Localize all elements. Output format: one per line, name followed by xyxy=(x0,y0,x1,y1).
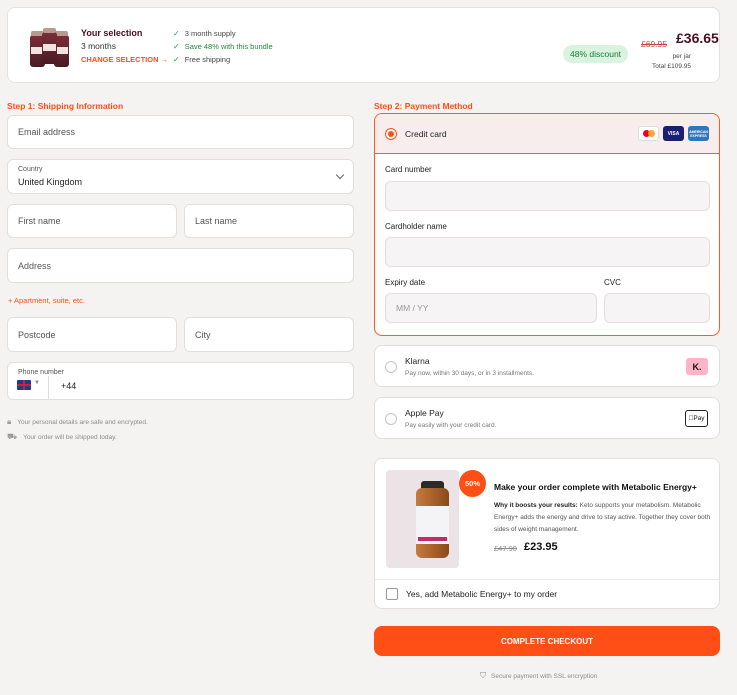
email-field[interactable]: Email address xyxy=(7,115,354,149)
last-name-field[interactable]: Last name xyxy=(184,204,354,238)
country-select[interactable]: Country United Kingdom xyxy=(7,159,354,194)
phone-field[interactable]: Phone number ▼ +44 xyxy=(7,362,354,400)
address-placeholder: Address xyxy=(18,260,52,271)
selection-quantity: 3 months xyxy=(81,41,116,51)
bottle-stripe xyxy=(418,537,447,541)
chevron-down-icon xyxy=(335,170,345,180)
feature-item: ✓ Free shipping xyxy=(173,55,230,64)
payment-heading: Step 2: Payment Method xyxy=(374,101,473,111)
add-upsell-checkbox[interactable] xyxy=(386,588,398,600)
feature-label: Save 48% with this bundle xyxy=(184,42,273,51)
address-field[interactable]: Address xyxy=(7,248,354,283)
cvc-input[interactable] xyxy=(604,293,710,323)
jar-icon xyxy=(42,28,57,64)
city-field[interactable]: City xyxy=(184,317,354,352)
upsell-price: £23.95 xyxy=(524,541,558,553)
lock-icon: 🔒︎ xyxy=(7,417,12,426)
security-note: 🔒︎ Your personal details are safe and en… xyxy=(7,417,148,427)
country-label: Country xyxy=(18,166,43,173)
feature-item: ✓ Save 48% with this bundle xyxy=(173,42,273,51)
secure-payment-note: ⛉ Secure payment with SSL encryption xyxy=(480,671,597,681)
credit-card-option[interactable]: Credit card VISA AMERICAN EXPRESS Card n… xyxy=(374,113,720,336)
product-image xyxy=(30,27,70,67)
apartment-link[interactable]: + Apartment, suite, etc. xyxy=(8,296,85,305)
apple-pay-label: Apple Pay xyxy=(405,408,444,418)
first-name-placeholder: First name xyxy=(18,216,61,226)
selection-title: Your selection xyxy=(81,28,143,38)
check-icon: ✓ xyxy=(173,29,180,38)
old-price: £69.95 xyxy=(641,39,667,49)
expiry-label: Expiry date xyxy=(385,278,426,287)
mastercard-icon xyxy=(638,126,659,141)
city-placeholder: City xyxy=(195,329,211,340)
klarna-label: Klarna xyxy=(405,356,430,366)
upsell-card: 50% Make your order complete with Metabo… xyxy=(374,458,720,609)
discount-badge: 48% discount xyxy=(563,45,629,63)
upsell-description: Why it boosts your results: Keto support… xyxy=(494,500,712,536)
postcode-placeholder: Postcode xyxy=(18,329,56,340)
apple-pay-radio[interactable] xyxy=(385,413,397,425)
chevron-down-icon: ▼ xyxy=(34,380,40,386)
country-value: United Kingdom xyxy=(18,177,83,187)
feature-label: 3 month supply xyxy=(184,29,236,38)
total-price: Total £109.95 xyxy=(651,63,691,70)
check-icon: ✓ xyxy=(173,55,180,64)
cvc-label: CVC xyxy=(604,278,621,287)
email-placeholder: Email address xyxy=(18,127,76,137)
card-number-label: Card number xyxy=(385,165,432,174)
cardholder-input[interactable] xyxy=(385,237,710,267)
phone-label: Phone number xyxy=(18,369,64,376)
check-icon: ✓ xyxy=(173,42,180,51)
complete-checkout-button[interactable]: COMPLETE CHECKOUT xyxy=(374,626,720,656)
price: £36.65 xyxy=(676,30,719,46)
first-name-field[interactable]: First name xyxy=(7,204,177,238)
uk-flag-icon[interactable] xyxy=(17,380,31,390)
expiry-input[interactable]: MM / YY xyxy=(385,293,597,323)
change-selection-link[interactable]: CHANGE SELECTION → xyxy=(81,55,168,64)
metabolic-energy-image xyxy=(386,470,459,568)
klarna-description: Pay now, within 30 days, or in 3 install… xyxy=(405,370,534,377)
per-jar-label: per jar xyxy=(672,53,691,60)
apple-pay-description: Pay easily with your credit card. xyxy=(405,422,497,429)
klarna-logo-icon: K. xyxy=(686,358,708,375)
visa-icon: VISA xyxy=(663,126,684,141)
apple-pay-logo-icon: Pay xyxy=(685,410,708,427)
cardholder-label: Cardholder name xyxy=(385,222,447,231)
order-summary: Your selection 3 months CHANGE SELECTION… xyxy=(7,7,720,83)
credit-card-header[interactable]: Credit card VISA AMERICAN EXPRESS xyxy=(375,114,719,154)
shipping-note: ⛟ Your order will be shipped today. xyxy=(7,432,117,442)
apple-pay-option[interactable]: Apple Pay Pay easily with your credit ca… xyxy=(374,397,720,439)
secure-payment-text: Secure payment with SSL encryption xyxy=(491,672,598,680)
divider xyxy=(375,579,719,580)
truck-icon: ⛟ xyxy=(7,432,18,441)
security-note-text: Your personal details are safe and encry… xyxy=(17,418,148,426)
amex-icon: AMERICAN EXPRESS xyxy=(688,126,709,141)
card-number-input[interactable] xyxy=(385,181,710,211)
klarna-radio[interactable] xyxy=(385,361,397,373)
upsell-why-label: Why it boosts your results: xyxy=(494,502,578,509)
discount-badge: 50% xyxy=(459,470,486,497)
expiry-placeholder: MM / YY xyxy=(396,303,429,313)
upsell-old-price: £47.90 xyxy=(494,544,517,553)
shipping-heading: Step 1: Shipping Information xyxy=(7,101,124,111)
credit-card-label: Credit card xyxy=(405,129,447,139)
shipping-note-text: Your order will be shipped today. xyxy=(23,433,117,441)
feature-label: Free shipping xyxy=(184,55,231,64)
klarna-option[interactable]: Klarna Pay now, within 30 days, or in 3 … xyxy=(374,345,720,387)
phone-code: +44 xyxy=(61,381,77,391)
divider xyxy=(48,376,49,400)
credit-card-radio[interactable] xyxy=(385,128,397,140)
add-upsell-label[interactable]: Yes, add Metabolic Energy+ to my order xyxy=(406,589,557,599)
feature-item: ✓ 3 month supply xyxy=(173,29,236,38)
postcode-field[interactable]: Postcode xyxy=(7,317,177,352)
upsell-title: Make your order complete with Metabolic … xyxy=(494,482,697,492)
shield-icon: ⛉ xyxy=(480,671,486,680)
last-name-placeholder: Last name xyxy=(195,216,238,226)
apple-pay-logo-text: Pay xyxy=(690,415,704,422)
